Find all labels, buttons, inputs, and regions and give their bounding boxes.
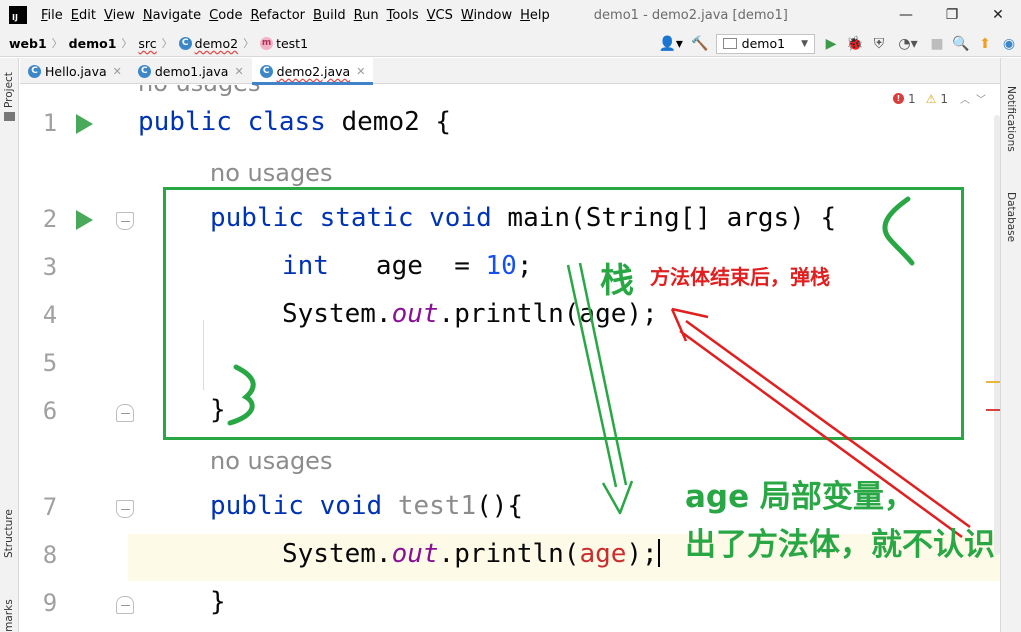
structure-tool-tab[interactable]: Structure [3, 509, 15, 558]
restore-button[interactable]: ❐ [929, 0, 975, 30]
class-icon: C [259, 64, 273, 78]
menu-run[interactable]: Run [350, 8, 383, 23]
inspection-widget[interactable]: ! 1 ⚠ 1 ︿ ﹀ [892, 91, 986, 106]
tab-demo2-java[interactable]: C demo2.java ✕ [251, 58, 374, 85]
close-icon[interactable]: ✕ [234, 65, 243, 78]
line-number: 7 [42, 493, 58, 521]
breadcrumb-test1[interactable]: m test1 [254, 36, 308, 51]
breadcrumb-separator-icon: 〉 [161, 37, 173, 50]
fold-icon[interactable] [116, 212, 134, 230]
menu-code[interactable]: Code [205, 8, 246, 23]
debug-icon[interactable]: 🐞 [843, 33, 867, 55]
line-number: 9 [42, 589, 58, 617]
run-icon[interactable]: ▶ [819, 33, 843, 55]
fold-icon[interactable] [116, 500, 134, 518]
minimize-button[interactable]: — [883, 0, 929, 30]
stack-frame-highlight-box [163, 187, 964, 440]
local-variable-annotation: 出了方法体，就不认识 [685, 527, 995, 563]
run-class-icon[interactable] [76, 114, 93, 134]
breadcrumb-separator-icon: 〉 [51, 37, 63, 50]
navigation-bar: web1 〉 demo1 〉 src 〉 Cdemo2 〉 m test1 👤▾ … [0, 30, 1021, 57]
notifications-tool-tab[interactable]: Notifications [1005, 86, 1017, 152]
run-config-icon [722, 38, 737, 49]
jetbrains-logo-icon[interactable]: ◉ [997, 33, 1021, 55]
stack-annotation: 栈 [600, 261, 634, 301]
code-line-1: public class demo2 { [138, 107, 452, 137]
intellij-logo-icon: IJ [9, 6, 27, 24]
menu-refactor[interactable]: Refactor [246, 8, 309, 23]
chevron-down-icon: ▼ [801, 38, 808, 49]
class-icon: C [28, 64, 41, 78]
class-icon: C [178, 36, 192, 50]
local-variable-annotation: age 局部变量， [685, 479, 915, 515]
stop-icon[interactable]: ■ [925, 33, 949, 55]
menu-navigate[interactable]: Navigate [139, 8, 205, 23]
run-configuration-select[interactable]: demo1 ▼ [715, 33, 815, 54]
tab-hello-java[interactable]: C Hello.java ✕ [20, 58, 130, 84]
project-tool-tab[interactable]: Project [3, 72, 15, 108]
breadcrumb-src[interactable]: src [132, 36, 156, 51]
menu-edit[interactable]: Edit [67, 8, 100, 23]
line-number: 1 [42, 109, 58, 137]
update-icon[interactable]: ⬆ [973, 33, 997, 55]
profile-icon[interactable]: ◔▾ [891, 33, 925, 55]
menu-help[interactable]: Help [516, 8, 554, 23]
window-title: demo1 - demo2.java [demo1] [593, 7, 788, 23]
code-editor[interactable]: 1 2 3 4 5 6 7 8 9 no usages public class… [20, 85, 1000, 632]
editor-tabs: C Hello.java ✕ C demo1.java ✕ C demo2.ja… [20, 58, 1000, 85]
menu-build[interactable]: Build [309, 8, 350, 23]
chevron-down-icon[interactable]: ﹀ [976, 91, 986, 106]
close-icon[interactable]: ✕ [113, 65, 122, 78]
usage-hint[interactable]: no usages [210, 447, 332, 475]
breadcrumb-separator-icon: 〉 [243, 37, 255, 50]
warning-stripe[interactable] [986, 381, 1000, 383]
error-stripe[interactable] [986, 409, 1000, 411]
menu-file[interactable]: File [37, 8, 67, 23]
class-icon: C [137, 64, 151, 78]
fold-icon[interactable] [116, 404, 134, 422]
run-main-icon[interactable] [76, 210, 93, 230]
bookmarks-tool-tab[interactable]: Bookmarks [3, 599, 15, 632]
text-caret [657, 539, 660, 567]
line-number: 6 [42, 397, 58, 425]
chevron-up-icon[interactable]: ︿ [960, 91, 970, 106]
warning-icon: ⚠ [925, 91, 937, 106]
breadcrumb-web1[interactable]: web1 [0, 36, 47, 51]
build-hammer-icon[interactable]: 🔨 [688, 33, 712, 55]
breadcrumb-demo1[interactable]: demo1 [63, 36, 117, 51]
menu-window[interactable]: Window [457, 8, 516, 23]
fold-icon[interactable] [116, 596, 134, 614]
tab-demo1-java[interactable]: C demo1.java ✕ [130, 58, 252, 84]
breadcrumb-demo2[interactable]: Cdemo2 [173, 36, 238, 51]
menu-bar: IJ File Edit View Navigate Code Refactor… [0, 0, 1021, 30]
search-icon[interactable]: 🔍 [949, 33, 973, 55]
menu-view[interactable]: View [100, 8, 139, 23]
menu-tools[interactable]: Tools [383, 8, 423, 23]
error-icon: ! [892, 93, 904, 104]
user-icon[interactable]: 👤▾ [654, 33, 688, 55]
coverage-icon[interactable]: ⛨ [867, 33, 891, 55]
database-tool-tab[interactable]: Database [1005, 192, 1017, 242]
close-window-button[interactable]: ✕ [975, 0, 1021, 30]
breadcrumb-separator-icon: 〉 [121, 37, 133, 50]
method-icon: m [260, 36, 274, 50]
folder-icon [4, 112, 15, 121]
line-number: 5 [42, 349, 58, 377]
left-tool-strip: Project Structure Bookmarks [0, 58, 19, 632]
line-number: 3 [42, 253, 58, 281]
usage-hint[interactable]: no usages [210, 159, 332, 187]
menu-vcs[interactable]: VCS [423, 8, 457, 23]
line-number: 4 [42, 301, 58, 329]
code-line-9: } [210, 587, 226, 617]
code-line-8: System.out.println(age); [282, 539, 660, 569]
line-number: 2 [42, 205, 58, 233]
code-line-7: public void test1(){ [210, 491, 524, 521]
close-icon[interactable]: ✕ [356, 65, 365, 78]
usage-hint[interactable]: no usages [138, 85, 260, 97]
vertical-scrollbar[interactable] [994, 115, 1000, 555]
line-number: 8 [42, 541, 58, 569]
right-tool-strip: Notifications Database [1000, 58, 1021, 632]
pop-stack-annotation: 方法体结束后，弹栈 [650, 265, 830, 289]
